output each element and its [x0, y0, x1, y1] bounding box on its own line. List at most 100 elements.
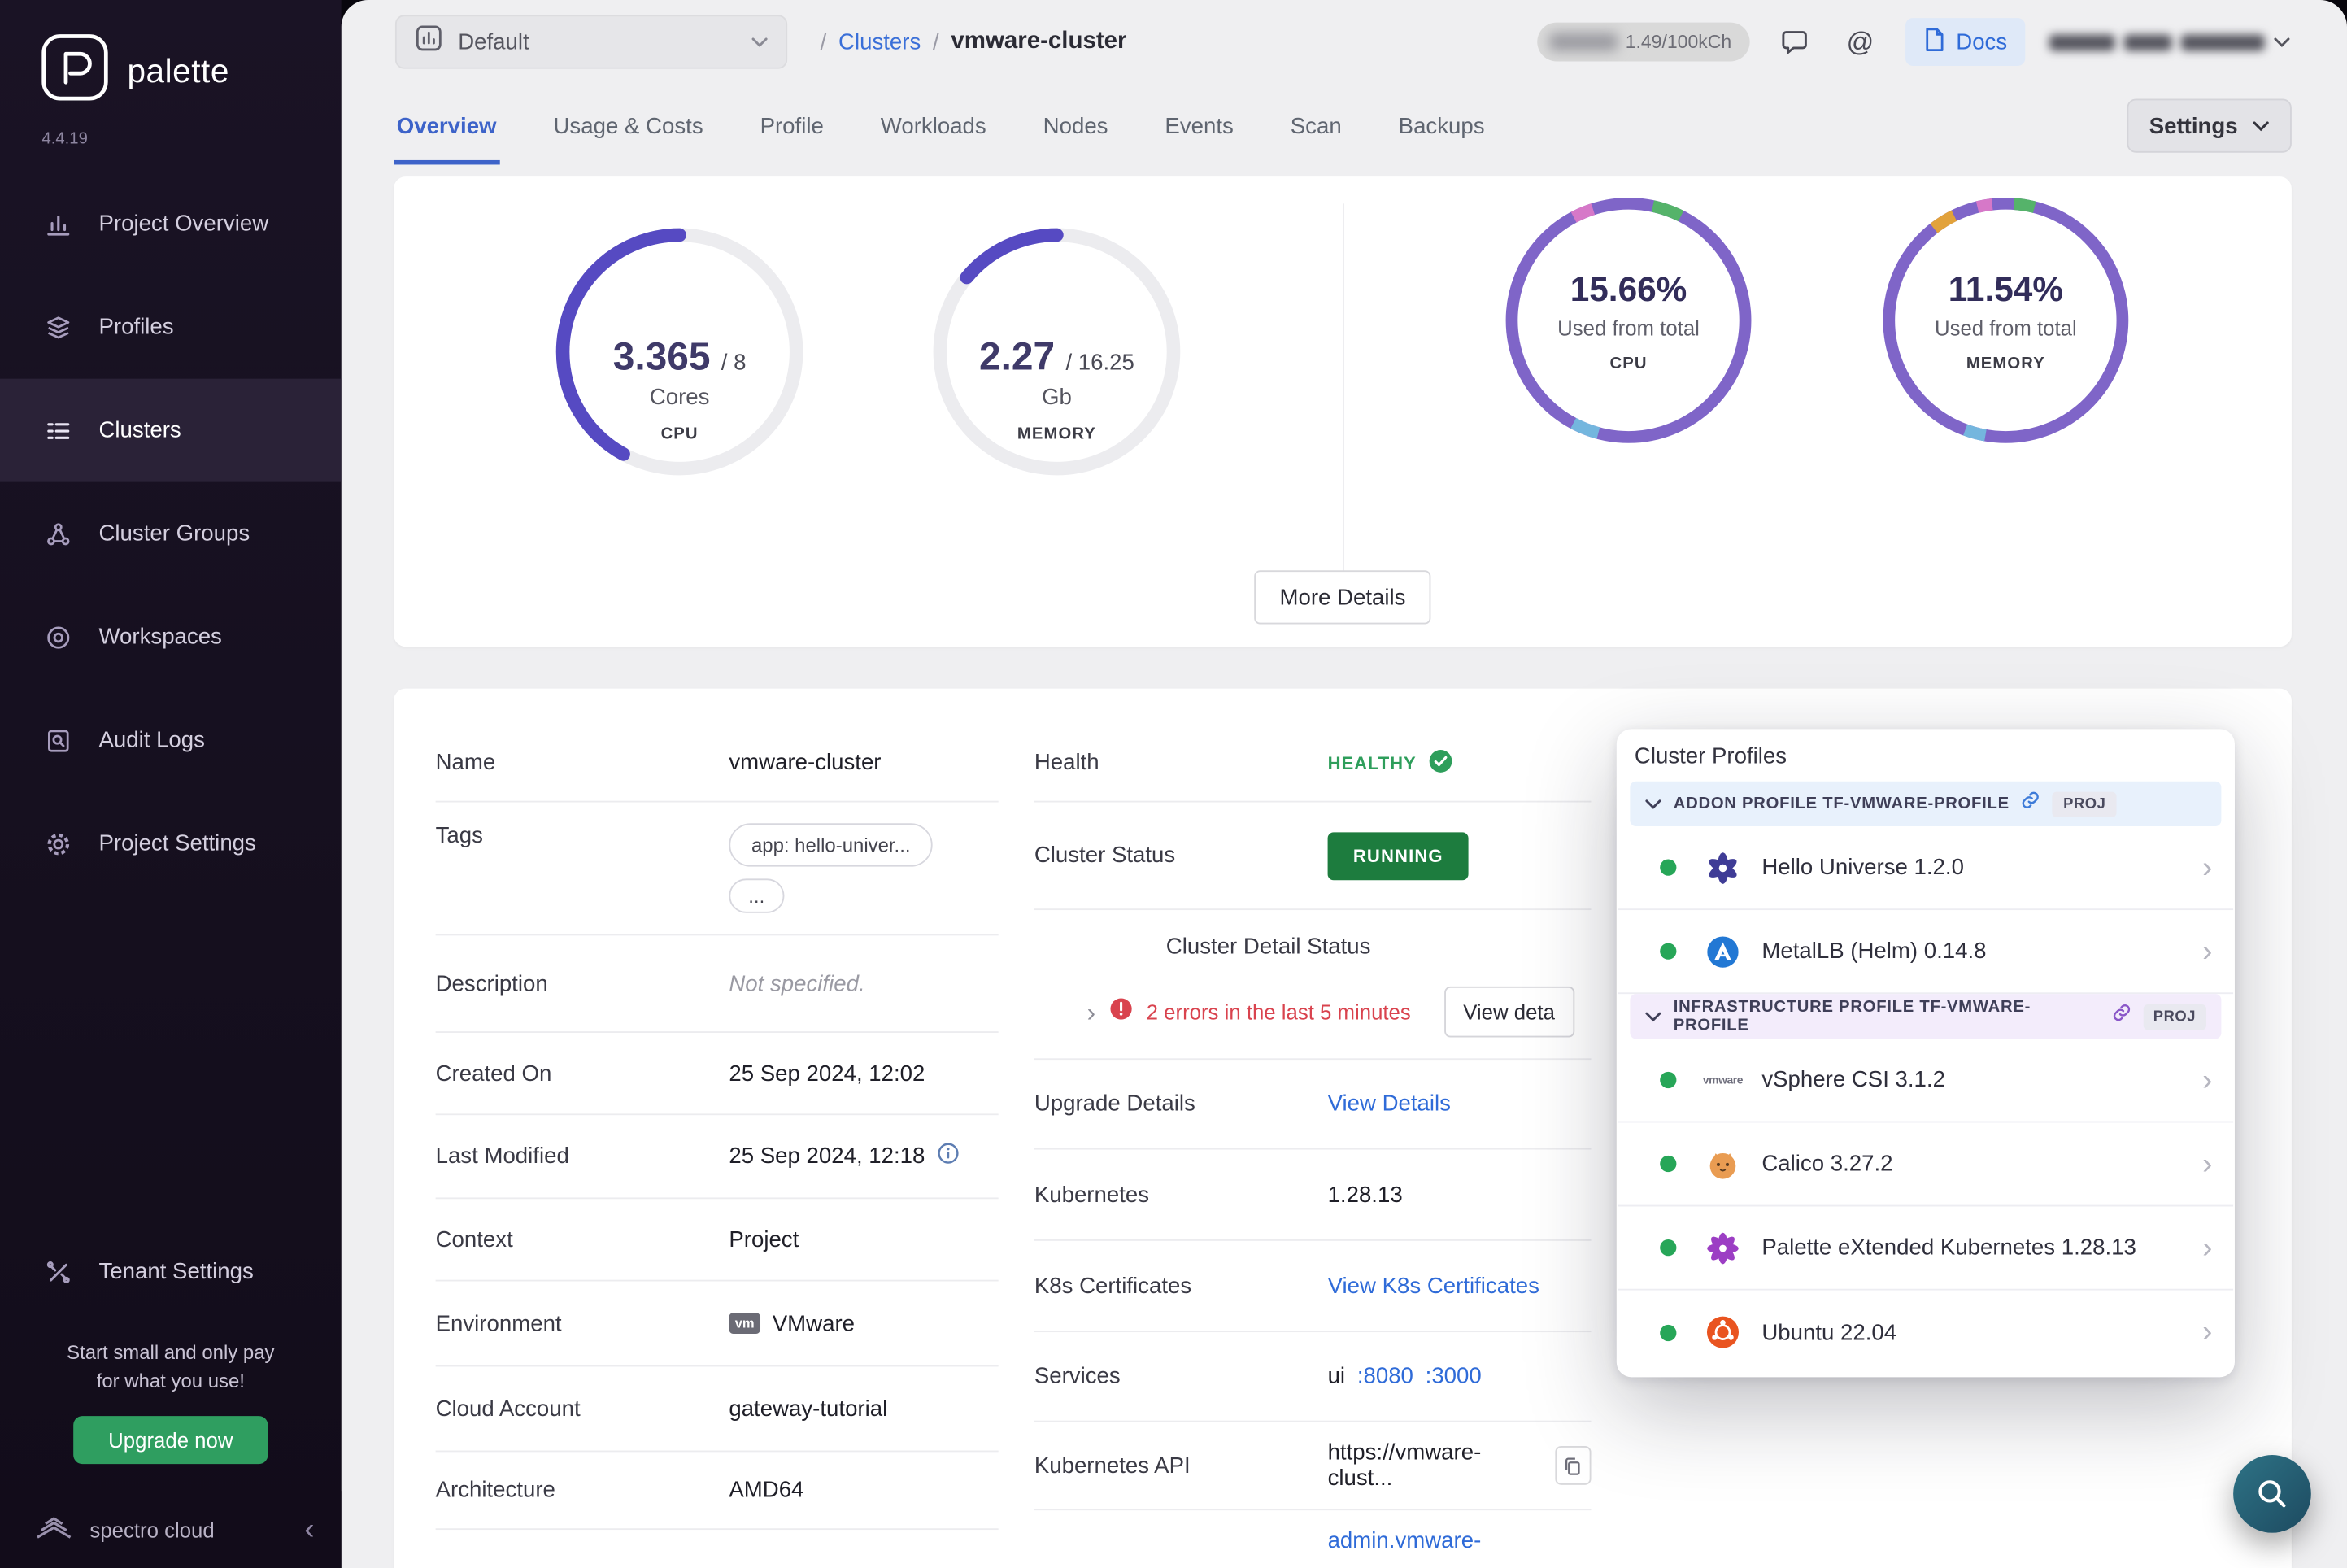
sidebar-item-profiles[interactable]: Profiles: [0, 276, 342, 379]
status-dot: [1660, 1323, 1677, 1341]
k8s-certificates-link[interactable]: View K8s Certificates: [1328, 1273, 1539, 1298]
tab-workloads[interactable]: Workloads: [877, 98, 989, 164]
sidebar-item-label: Project Settings: [98, 830, 256, 856]
blurred-username: [2049, 33, 2115, 50]
search-icon: [2258, 1480, 2286, 1508]
nodes-icon: [45, 519, 75, 549]
project-selector-dropdown[interactable]: Default: [394, 15, 788, 69]
tab-overview[interactable]: Overview: [394, 98, 500, 165]
docs-button[interactable]: Docs: [1905, 18, 2026, 66]
chat-icon[interactable]: [1774, 21, 1816, 63]
description-value: Not specified.: [729, 970, 865, 996]
sidebar-item-audit-logs[interactable]: Audit Logs: [0, 689, 342, 792]
view-details-button[interactable]: View deta: [1443, 986, 1574, 1038]
profile-item-vsphere-csi[interactable]: vmware vSphere CSI 3.1.2 ›: [1618, 1039, 2234, 1123]
info-icon[interactable]: [937, 1142, 960, 1170]
profile-item-ubuntu[interactable]: Ubuntu 22.04 ›: [1618, 1291, 2233, 1374]
sidebar-item-workspaces[interactable]: Workspaces: [0, 586, 342, 689]
cluster-name-value: vmware-cluster: [729, 750, 882, 776]
cpu-cores-gauge: 3.365 / 8 Cores CPU: [552, 224, 807, 479]
tab-nodes[interactable]: Nodes: [1040, 98, 1111, 164]
sidebar: palette 4.4.19 Project Overview Profiles…: [0, 0, 342, 1568]
profile-item-metallb[interactable]: MetalLB (Helm) 0.14.8 ›: [1618, 910, 2234, 995]
upgrade-promo-text: Start small and only pay for what you us…: [67, 1341, 275, 1392]
memory-usage-donut: 11.54% Used from total MEMORY: [1879, 193, 2133, 447]
service-port-8080-link[interactable]: :8080: [1357, 1364, 1413, 1389]
top-bar: Default / Clusters / vmware-cluster 1.49…: [342, 0, 2347, 84]
copy-icon[interactable]: [1555, 1445, 1592, 1485]
clusters-icon: [45, 416, 75, 446]
tag-chip[interactable]: app: hello-univer...: [729, 823, 934, 867]
project-scope-badge: PROJ: [2053, 791, 2117, 817]
layers-icon: [45, 312, 75, 342]
tab-usage-costs[interactable]: Usage & Costs: [551, 98, 707, 164]
sidebar-item-label: Audit Logs: [98, 727, 205, 753]
tab-scan[interactable]: Scan: [1287, 98, 1344, 164]
main-area: Default / Clusters / vmware-cluster 1.49…: [341, 0, 2347, 1568]
chevron-down-icon: [2274, 28, 2290, 55]
mention-icon[interactable]: @: [1840, 21, 1882, 63]
sidebar-item-project-settings[interactable]: Project Settings: [0, 792, 342, 895]
tab-bar: Overview Usage & Costs Profile Workloads…: [342, 84, 2347, 165]
settings-button[interactable]: Settings: [2127, 98, 2292, 153]
project-chart-icon: [415, 24, 443, 59]
upgrade-details-link[interactable]: View Details: [1328, 1091, 1451, 1117]
sidebar-item-cluster-groups[interactable]: Cluster Groups: [0, 482, 342, 586]
service-name: ui: [1327, 1363, 1346, 1390]
app-version: 4.4.19: [41, 130, 88, 149]
search-fab-button[interactable]: [2233, 1455, 2311, 1533]
chevron-right-icon: ›: [2202, 934, 2213, 968]
check-circle-icon: [1428, 747, 1453, 777]
service-port-3000-link[interactable]: :3000: [1426, 1364, 1482, 1389]
more-details-button[interactable]: More Details: [1254, 570, 1431, 625]
status-dot: [1660, 1155, 1677, 1173]
breadcrumb: / Clusters / vmware-cluster: [820, 28, 1127, 55]
profile-item-hello-universe[interactable]: Hello Universe 1.2.0 ›: [1618, 826, 2234, 911]
details-right-column: Health HEALTHY Cluster Status RUNNING Cl…: [1034, 725, 1592, 1568]
chart-icon: [45, 209, 75, 239]
card-divider: [1342, 203, 1344, 620]
health-status-badge: HEALTHY: [1328, 747, 1454, 777]
breadcrumb-current: vmware-cluster: [951, 28, 1127, 54]
profile-item-calico[interactable]: Calico 3.27.2 ›: [1618, 1122, 2234, 1207]
palette-logo-icon: [41, 33, 110, 109]
addon-profile-section-header[interactable]: ADDON PROFILE TF-VMWARE-PROFILE PROJ: [1630, 781, 2222, 826]
expand-chevron-icon[interactable]: ›: [1087, 1000, 1095, 1025]
sidebar-item-label: Workspaces: [98, 624, 222, 650]
chevron-right-icon: ›: [2202, 1315, 2213, 1349]
sidebar-item-label: Tenant Settings: [98, 1258, 254, 1285]
chevron-right-icon: ›: [2202, 1230, 2213, 1265]
sidebar-item-label: Project Overview: [98, 211, 269, 237]
tag-more-chip[interactable]: ...: [729, 878, 785, 913]
memory-gauge: 2.27 / 16.25 Gb MEMORY: [930, 224, 1184, 479]
admin-link-partial[interactable]: admin.vmware-: [1328, 1527, 1482, 1553]
audit-icon: [45, 725, 75, 756]
status-dot: [1660, 943, 1677, 960]
tab-profile[interactable]: Profile: [757, 98, 827, 164]
breadcrumb-clusters-link[interactable]: Clusters: [838, 29, 921, 54]
user-menu[interactable]: [2049, 28, 2290, 55]
calico-icon: [1704, 1146, 1743, 1182]
collapse-sidebar-icon[interactable]: ‹: [304, 1515, 314, 1545]
infrastructure-profile-section-header[interactable]: INFRASTRUCTURE PROFILE TF-VMWARE-PROFILE…: [1630, 994, 2222, 1039]
architecture-value: AMD64: [729, 1477, 804, 1503]
upgrade-now-button[interactable]: Upgrade now: [73, 1416, 268, 1465]
sidebar-brand-bar: spectro cloud ‹: [0, 1491, 342, 1568]
profile-item-palette-extended-kubernetes[interactable]: Palette eXtended Kubernetes 1.28.13 ›: [1618, 1206, 2234, 1291]
document-icon: [1923, 26, 1946, 58]
sidebar-item-clusters[interactable]: Clusters: [0, 378, 342, 482]
chevron-right-icon: ›: [2202, 1147, 2213, 1181]
context-value: Project: [729, 1226, 799, 1252]
usage-credit-badge[interactable]: 1.49/100kCh: [1536, 22, 1750, 62]
vmware-logo-icon: vmware: [1702, 1073, 1744, 1087]
sidebar-item-tenant-settings[interactable]: Tenant Settings: [0, 1220, 342, 1323]
tab-backups[interactable]: Backups: [1396, 98, 1487, 164]
error-message: 2 errors in the last 5 minutes: [1146, 1000, 1411, 1024]
panel-title: Cluster Profiles: [1634, 743, 1787, 770]
pxk-icon: [1704, 1230, 1743, 1265]
sidebar-item-project-overview[interactable]: Project Overview: [0, 172, 342, 276]
chevron-right-icon: ›: [2202, 851, 2213, 884]
cluster-status-badge: RUNNING: [1327, 831, 1469, 880]
project-selector-value: Default: [458, 28, 529, 55]
tab-events[interactable]: Events: [1162, 98, 1237, 164]
